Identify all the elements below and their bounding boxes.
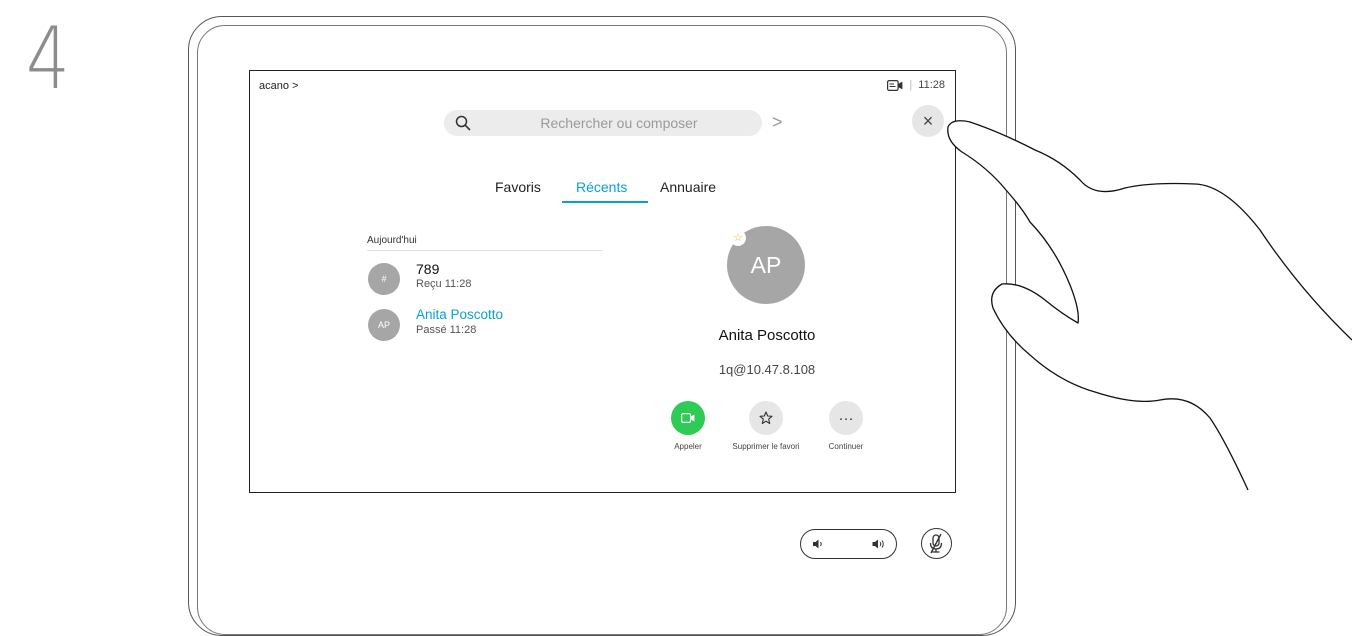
- breadcrumb[interactable]: acano >: [259, 80, 298, 92]
- favorite-star-icon: ☆: [730, 230, 746, 246]
- status-separator: |: [909, 79, 913, 91]
- avatar: AP: [368, 309, 400, 341]
- section-divider: [367, 250, 603, 251]
- recent-item-anita-poscotto[interactable]: AP Anita Poscotto Passé 11:28: [368, 307, 608, 343]
- remove-favorite-circle: [749, 401, 783, 435]
- call-circle: [671, 401, 705, 435]
- tab-annuaire[interactable]: Annuaire: [660, 179, 716, 195]
- clock: 11:28: [918, 79, 945, 91]
- volume-control[interactable]: [800, 529, 897, 559]
- remove-favorite-button[interactable]: Supprimer le favori: [726, 401, 806, 452]
- call-button[interactable]: Appeler: [648, 401, 728, 452]
- microphone-muted-icon: [929, 533, 943, 554]
- volume-down-icon[interactable]: [811, 537, 825, 551]
- close-button[interactable]: ×: [912, 105, 944, 137]
- tab-favoris[interactable]: Favoris: [495, 179, 541, 195]
- continue-button[interactable]: ··· Continuer: [806, 401, 886, 452]
- active-tab-indicator: [562, 201, 648, 203]
- search-go-chevron-icon[interactable]: >: [772, 112, 783, 132]
- star-icon: [759, 411, 773, 425]
- avatar: #: [368, 263, 400, 295]
- volume-up-icon[interactable]: [871, 537, 887, 551]
- recent-item-name: 789: [416, 261, 440, 277]
- step-number: 4: [26, 9, 70, 109]
- contact-name: Anita Poscotto: [718, 327, 816, 344]
- status-bar: | 11:28: [887, 79, 945, 91]
- recent-item-name: Anita Poscotto: [416, 307, 504, 322]
- section-label-today: Aujourd'hui: [367, 235, 417, 246]
- tab-recents[interactable]: Récents: [576, 179, 627, 195]
- call-label: Appeler: [674, 442, 702, 451]
- recent-item-detail: Reçu 11:28: [416, 278, 472, 290]
- touch-screen: acano > | 11:28 > × Favoris Récents Annu…: [249, 70, 956, 493]
- video-camera-icon: [681, 413, 695, 423]
- search-bar[interactable]: [444, 110, 762, 136]
- remove-favorite-label: Supprimer le favori: [732, 442, 800, 451]
- microphone-mute-button[interactable]: [921, 528, 952, 559]
- search-input[interactable]: [484, 110, 754, 136]
- recent-item-detail: Passé 11:28: [416, 324, 477, 336]
- contact-address: 1q@10.47.8.108: [718, 362, 816, 377]
- more-icon: ···: [838, 409, 854, 427]
- continue-circle: ···: [829, 401, 863, 435]
- recent-item-789[interactable]: # 789 Reçu 11:28: [368, 261, 608, 297]
- continue-label: Continuer: [828, 442, 864, 451]
- camera-status-icon: [887, 79, 903, 91]
- search-icon: [455, 115, 471, 131]
- close-icon: ×: [922, 110, 934, 131]
